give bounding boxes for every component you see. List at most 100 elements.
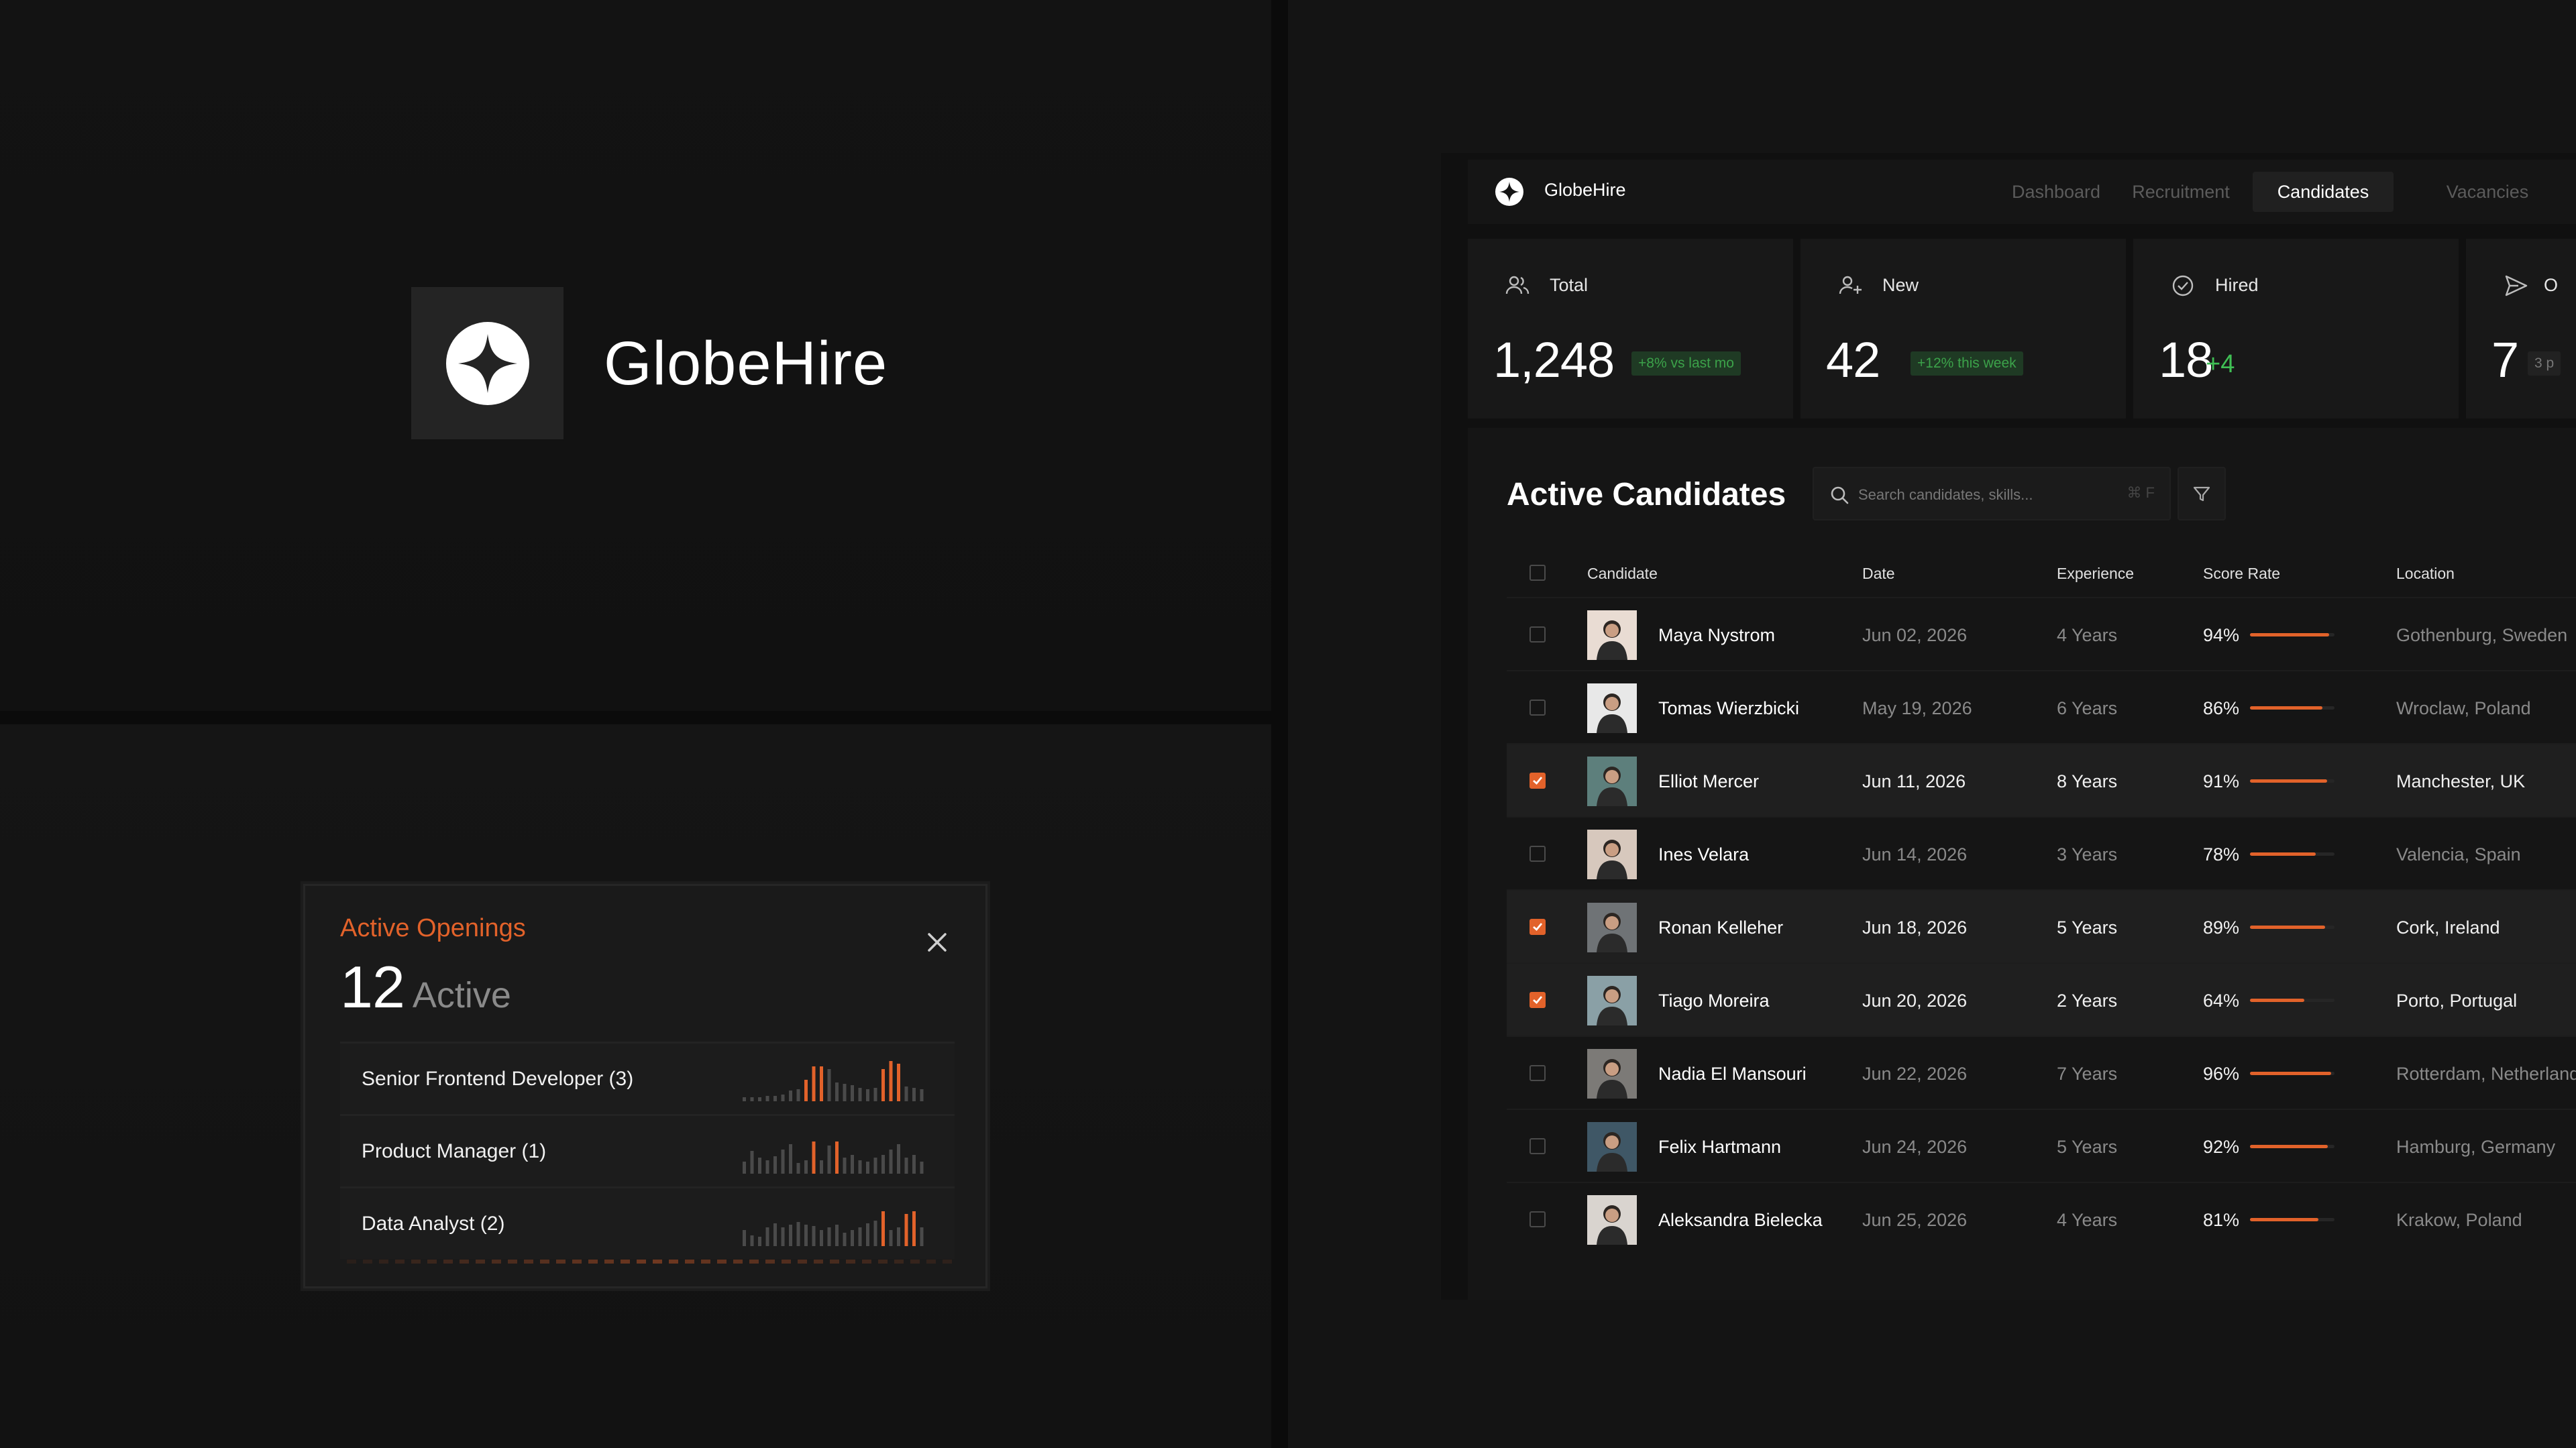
nav-vacancies[interactable]: Vacancies — [2407, 172, 2568, 212]
candidate-experience: 8 Years — [2057, 771, 2118, 791]
opening-item[interactable]: Data Analyst (2) — [340, 1186, 955, 1259]
candidate-rows: Maya Nystrom Jun 02, 2026 4 Years 94% Gothen… — [1507, 597, 2576, 1255]
person-icon — [1597, 1132, 1627, 1172]
row-checkbox[interactable] — [1529, 1138, 1546, 1154]
spark-bar — [881, 1211, 885, 1246]
opening-item[interactable]: Senior Frontend Developer (3) — [340, 1042, 955, 1114]
dot — [814, 1260, 823, 1264]
spark-bar — [743, 1230, 746, 1246]
score-progress-fill — [2250, 1218, 2319, 1221]
spark-bar — [789, 1225, 792, 1246]
candidate-date: Jun 18, 2026 — [1862, 917, 1968, 938]
close-icon[interactable] — [921, 926, 953, 958]
stat-new: New 42 +12% this week — [1801, 239, 2126, 419]
person-icon — [1597, 840, 1627, 879]
score-progress-bar — [2250, 633, 2334, 636]
candidate-name[interactable]: Ronan Kelleher — [1658, 917, 1783, 938]
candidate-name[interactable]: Aleksandra Bielecka — [1658, 1210, 1823, 1231]
canvas: GlobeHire Active Openings 12 Active Senio… — [0, 0, 2576, 1448]
table-row[interactable]: Tiago Moreira Jun 20, 2026 2 Years 64% Porto… — [1507, 962, 2576, 1036]
candidate-name[interactable]: Felix Hartmann — [1658, 1137, 1781, 1158]
candidate-name[interactable]: Tomas Wierzbicki — [1658, 698, 1799, 719]
stat-hired: Hired 18 +4 — [2133, 239, 2459, 419]
column-header[interactable]: Experience — [2057, 565, 2134, 583]
spark-bar — [920, 1162, 924, 1174]
row-checkbox[interactable] — [1529, 700, 1546, 716]
row-checkbox[interactable] — [1529, 1211, 1546, 1227]
section-title: Active Candidates — [1507, 477, 1786, 512]
spark-bar — [750, 1235, 754, 1246]
candidate-location: Wroclaw, Poland — [2396, 698, 2531, 718]
candidate-experience: 3 Years — [2057, 844, 2118, 865]
opening-label: Data Analyst (2) — [362, 1212, 505, 1235]
candidate-score: 91% — [2203, 771, 2240, 791]
score-progress-fill — [2250, 999, 2304, 1002]
stat-delta-badge: +12% this week — [1911, 351, 2023, 376]
spark-bar — [912, 1155, 916, 1174]
candidate-name[interactable]: Elliot Mercer — [1658, 771, 1759, 792]
nav-candidates[interactable]: Candidates — [2253, 172, 2394, 212]
table-row[interactable]: Ronan Kelleher Jun 18, 2026 5 Years 89% Cork… — [1507, 889, 2576, 962]
candidate-name[interactable]: Nadia El Mansouri — [1658, 1064, 1807, 1084]
column-header[interactable]: Location — [2396, 565, 2455, 583]
nav-recruitment[interactable]: Recruitment — [2124, 172, 2238, 212]
table-row[interactable]: Aleksandra Bielecka Jun 25, 2026 4 Years 81… — [1507, 1182, 2576, 1255]
candidate-date: May 19, 2026 — [1862, 698, 1972, 718]
spark-bar — [750, 1097, 754, 1101]
openings-count: 12 Active — [340, 953, 511, 1021]
person-icon — [1597, 913, 1627, 952]
send-icon — [2505, 275, 2528, 296]
nav-dashboard[interactable]: Dashboard — [1999, 172, 2113, 212]
row-checkbox[interactable] — [1529, 626, 1546, 643]
search-bar: ⌘ F — [1813, 467, 2171, 520]
spark-bar — [912, 1088, 916, 1101]
candidate-date: Jun 24, 2026 — [1862, 1137, 1968, 1157]
user-plus-icon — [1839, 276, 1862, 294]
spark-bar — [827, 1146, 831, 1174]
filter-button[interactable] — [2178, 467, 2226, 520]
candidate-location: Gothenburg, Sweden — [2396, 625, 2568, 645]
row-checkbox[interactable] — [1529, 992, 1546, 1008]
avatar — [1587, 1195, 1637, 1245]
table-row[interactable]: Tomas Wierzbicki May 19, 2026 6 Years 86% Wr… — [1507, 670, 2576, 743]
stat-delta: +4 — [2206, 350, 2235, 378]
card-title: Active Openings — [340, 914, 526, 942]
candidate-name[interactable]: Tiago Moreira — [1658, 991, 1770, 1011]
column-header[interactable]: Date — [1862, 565, 1895, 583]
candidate-name[interactable]: Maya Nystrom — [1658, 625, 1775, 646]
spark-bar — [843, 1158, 847, 1174]
table-row[interactable]: Nadia El Mansouri Jun 22, 2026 7 Years 96% R… — [1507, 1036, 2576, 1109]
score-progress-bar — [2250, 852, 2334, 856]
row-checkbox[interactable] — [1529, 919, 1546, 935]
select-all-checkbox[interactable] — [1529, 565, 1546, 581]
opening-item[interactable]: Product Manager (1) — [340, 1114, 955, 1186]
person-icon — [1597, 693, 1627, 733]
candidate-name[interactable]: Ines Velara — [1658, 844, 1749, 865]
stat-offers: O 7 3 p — [2466, 239, 2576, 419]
avatar — [1587, 830, 1637, 879]
row-checkbox[interactable] — [1529, 846, 1546, 862]
table-row[interactable]: Ines Velara Jun 14, 2026 3 Years 78% Valenci… — [1507, 816, 2576, 889]
spark-bar — [897, 1064, 900, 1101]
search-input[interactable] — [1858, 480, 2113, 510]
spark-bar — [851, 1230, 854, 1246]
stat-label: O — [2544, 275, 2559, 295]
score-progress-bar — [2250, 706, 2334, 710]
score-progress-fill — [2250, 633, 2330, 636]
spark-bar — [812, 1226, 816, 1246]
dot — [894, 1260, 904, 1264]
table-row[interactable]: Maya Nystrom Jun 02, 2026 4 Years 94% Gothen… — [1507, 597, 2576, 670]
stat-delta-badge: +8% vs last mo — [1631, 351, 1741, 376]
table-row[interactable]: Elliot Mercer Jun 11, 2026 8 Years 91% Manch… — [1507, 743, 2576, 816]
active-openings-card: Active Openings 12 Active Senior Frontend… — [301, 881, 990, 1291]
score-progress-fill — [2250, 779, 2327, 783]
table-row[interactable]: Felix Hartmann Jun 24, 2026 5 Years 92% Hamb… — [1507, 1109, 2576, 1182]
row-checkbox[interactable] — [1529, 773, 1546, 789]
check-icon — [1533, 996, 1543, 1005]
person-icon — [1597, 1059, 1627, 1099]
row-checkbox[interactable] — [1529, 1065, 1546, 1081]
column-header[interactable]: Score Rate — [2203, 565, 2280, 583]
spark-bar — [758, 1158, 761, 1174]
column-header[interactable]: Candidate — [1587, 565, 1658, 583]
candidate-location: Hamburg, Germany — [2396, 1137, 2556, 1157]
